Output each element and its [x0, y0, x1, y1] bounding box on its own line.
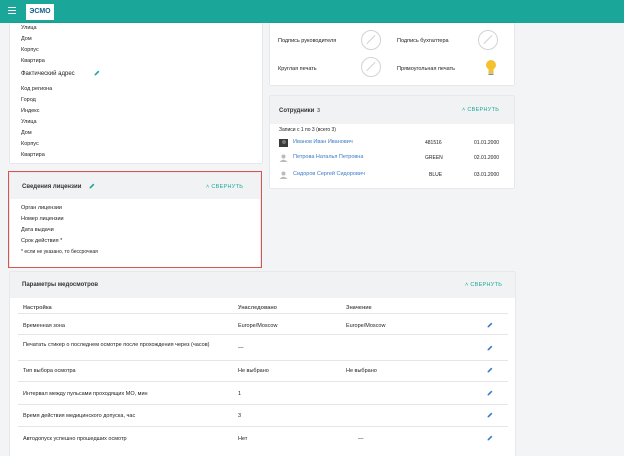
- row-divider: [18, 360, 508, 361]
- column-header-value: Значение: [346, 305, 372, 311]
- medical-collapse-button[interactable]: ˄ СВЕРНУТЬ: [465, 282, 502, 288]
- setting-name: Интервал между пульсами проходящих МО, м…: [23, 391, 148, 397]
- address-field-apartment: Квартира: [21, 58, 45, 64]
- employee-code: 481516: [425, 140, 442, 146]
- employees-count-badge: 3: [317, 108, 321, 114]
- address-field-street: Улица: [21, 25, 37, 31]
- medical-title: Параметры медосмотров: [22, 282, 99, 288]
- inherited-value: Не выбрано: [238, 368, 269, 374]
- lightbulb-icon[interactable]: [483, 58, 499, 78]
- highlight-frame: [8, 171, 262, 268]
- employee-photo: [279, 139, 288, 147]
- setting-value: —: [358, 436, 364, 442]
- actual-field-apartment: Квартира: [21, 152, 45, 158]
- round-stamp-empty-icon[interactable]: [361, 57, 381, 77]
- employee-name-link[interactable]: Иванов Иван Иванович: [293, 139, 353, 145]
- round-stamp-label: Круглая печать: [278, 66, 317, 72]
- address-card: Улица Дом Корпус Квартира Фактический ад…: [10, 23, 262, 163]
- inherited-value: —: [238, 345, 244, 351]
- accountant-signature-empty-icon[interactable]: [478, 30, 498, 50]
- top-app-bar: ЭСМО: [0, 0, 624, 23]
- director-signature-empty-icon[interactable]: [361, 30, 381, 50]
- edit-setting-icon[interactable]: [487, 367, 493, 373]
- actual-field-city: Город: [21, 97, 36, 103]
- inherited-value: 3: [238, 413, 242, 419]
- menu-icon[interactable]: [8, 7, 16, 14]
- employee-code: GREEN: [425, 155, 443, 161]
- employee-avatar-placeholder-icon: [279, 154, 288, 162]
- row-divider: [18, 334, 508, 335]
- employee-name-link[interactable]: Петрова Наталья Петровна: [293, 154, 363, 160]
- row-divider: [18, 404, 508, 405]
- setting-name: Печатать стикер о последнем осмотре посл…: [23, 341, 223, 349]
- employees-card: Сотрудники 3 ˄ СВЕРНУТЬ Записи с 1 по 3 …: [270, 96, 514, 188]
- inherited-value: Europe/Moscow: [238, 323, 278, 329]
- setting-name: Тип выбора осмотра: [23, 368, 76, 374]
- edit-setting-icon[interactable]: [487, 390, 493, 396]
- address-field-house: Дом: [21, 36, 32, 42]
- setting-name-text: Печатать стикер о последнем осмотре посл…: [23, 342, 210, 348]
- employee-date: 03.01.2000: [474, 172, 500, 178]
- app-logo[interactable]: ЭСМО: [26, 4, 54, 20]
- employee-code: BLUE: [429, 172, 443, 178]
- setting-name: Временная зона: [23, 323, 65, 329]
- actual-field-building: Корпус: [21, 141, 39, 147]
- actual-field-region-code: Код региона: [21, 86, 53, 92]
- edit-actual-address-icon[interactable]: [94, 70, 100, 76]
- signatures-card: Подпись руководителя Подпись бухгалтера …: [270, 23, 514, 85]
- column-header-inherited: Унаследовано: [238, 305, 278, 311]
- employee-date: 01.01.2000: [474, 140, 500, 146]
- medical-collapse-label: СВЕРНУТЬ: [470, 282, 503, 288]
- employees-title: Сотрудники: [279, 108, 315, 114]
- setting-value: Europe/Moscow: [346, 323, 386, 329]
- header-divider: [18, 313, 508, 314]
- setting-name: Время действия медицинского допуска, час: [23, 413, 136, 419]
- employee-date: 02.01.2000: [474, 155, 500, 161]
- employees-collapse-label: СВЕРНУТЬ: [467, 107, 500, 113]
- row-divider: [18, 381, 508, 382]
- column-header-setting: Настройка: [23, 305, 52, 311]
- director-signature-label: Подпись руководителя: [278, 38, 337, 44]
- actual-field-street: Улица: [21, 119, 37, 125]
- actual-address-title: Фактический адрес: [21, 71, 75, 77]
- edit-setting-icon[interactable]: [487, 412, 493, 418]
- actual-field-house: Дом: [21, 130, 32, 136]
- setting-name: Автодопуск успешно прошедших осмотр: [23, 436, 127, 442]
- row-divider: [18, 426, 508, 427]
- medical-params-card: Параметры медосмотров ˄ СВЕРНУТЬ Настрой…: [10, 272, 515, 456]
- edit-setting-icon[interactable]: [487, 345, 493, 351]
- address-field-building: Корпус: [21, 47, 39, 53]
- edit-setting-icon[interactable]: [487, 435, 493, 441]
- actual-field-index: Индекс: [21, 108, 40, 114]
- edit-setting-icon[interactable]: [487, 322, 493, 328]
- accountant-signature-label: Подпись бухгалтера: [397, 38, 449, 44]
- setting-value: Не выбрано: [346, 368, 377, 374]
- employee-name-link[interactable]: Сидоров Сергей Сидорович: [293, 171, 365, 177]
- employee-avatar-placeholder-icon: [279, 171, 288, 179]
- inherited-value: 1: [238, 391, 242, 397]
- rect-stamp-label: Прямоугольная печать: [397, 66, 455, 72]
- inherited-value: Нет: [238, 436, 248, 442]
- employees-records-info: Записи с 1 по 3 (всего 3): [279, 127, 336, 133]
- employees-collapse-button[interactable]: ˄ СВЕРНУТЬ: [462, 107, 499, 113]
